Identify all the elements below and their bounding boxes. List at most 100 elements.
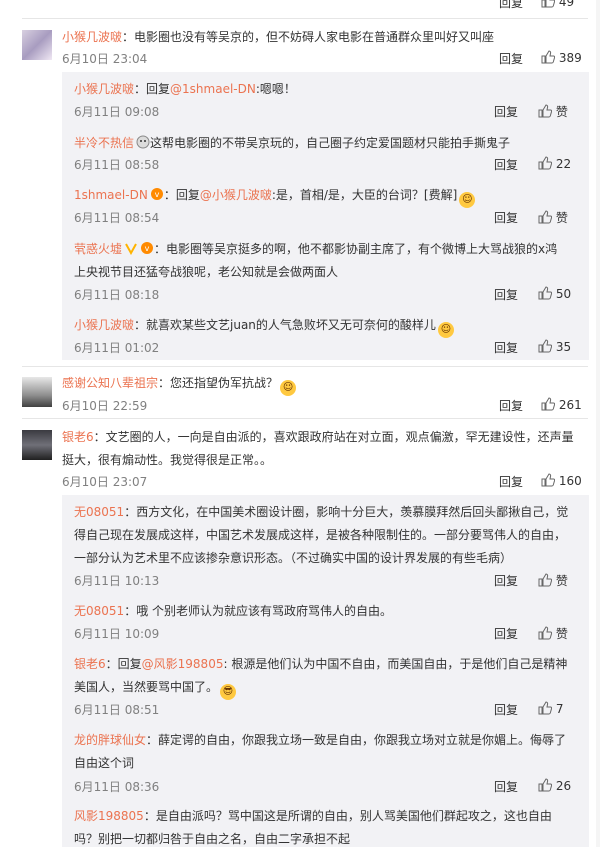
vip-badge-icon: v [150,187,164,201]
reply-link[interactable]: 回复 [499,0,523,11]
like-button[interactable]: 赞 [538,103,568,120]
sub-comment-body-line2: 吗？别把一切都归咎于自由之名，自由二字承担不起 [74,832,351,846]
comment-body: 小猴几波啵：电影圈也没有等吴京的，但不妨碍人家电影在普通群众里叫好又叫座 [62,28,494,45]
sub-comment-body: 龙的胖球仙女：薛定谔的自由，你跟我立场一致是自由，你跟我立场对立就是你媚上。侮辱… [74,731,566,748]
thumbs-up-icon [538,104,552,118]
comment-author[interactable]: 小猴几波啵 [74,82,134,96]
thumbs-up-icon [538,286,552,300]
comment-author[interactable]: 龙的胖球仙女 [74,733,146,747]
sub-comment-body: 风影198805：是自由派吗？骂中国这是所谓的自由，别人骂美国他们群起攻之，这也… [74,807,552,824]
comment-time: 6月11日 08:18 [74,288,160,302]
divider [22,18,588,19]
thumbs-up-icon [541,397,555,411]
thumbs-up-icon [538,156,552,170]
comment-time: 6月11日 08:51 [74,703,160,717]
thumbs-up-icon [538,778,552,792]
avatar[interactable] [22,30,52,60]
avatar[interactable] [22,430,52,460]
like-button[interactable]: 赞 [538,625,568,642]
comment-author[interactable]: 银老6 [62,430,94,444]
thumbs-up-icon [541,473,555,487]
reply-link[interactable]: 回复 [494,625,518,642]
comment-time: 6月10日 23:04 [62,52,148,66]
like-button[interactable]: 7 [538,701,563,716]
comment-time: 6月11日 10:13 [74,574,160,588]
comment-author[interactable]: 风影198805 [74,809,144,823]
sub-comment-body: 1shmael-DN v ：回复@小猴几波啵:是，首相/是，大臣的台词？[费解] ☺ [74,186,477,208]
reply-link[interactable]: 回复 [494,572,518,589]
svg-text:v: v [154,190,159,199]
reply-link[interactable]: 回复 [494,286,518,303]
comment-body-line2: 挺大，很有煽动性。我觉得很是正常。。 [62,453,273,467]
comment-time: 6月11日 01:02 [74,341,160,355]
thumbs-up-icon [538,626,552,640]
reply-link[interactable]: 回复 [494,103,518,120]
like-button[interactable]: 赞 [538,572,568,589]
mention-link[interactable]: @小猴几波啵 [200,188,272,202]
thumbs-up-icon [541,50,555,64]
like-button[interactable]: 160 [541,473,582,488]
sub-comment-body: 小猴几波啵：回复@1shmael-DN:嗯嗯！ [74,82,296,96]
comment-time: 6月10日 23:07 [62,475,148,489]
like-button[interactable]: 26 [538,778,571,793]
sub-comment-body-line2: 上央视节目还猛夸战狼呢，老公知就是会做两面人 [74,265,339,279]
sub-comment-body: 银老6：回复@风影198805: 根源是他们认为中国不自由，而美国自由，于是他们… [74,657,568,671]
comment-text: ：文艺圈的人，一向是自由派的，喜欢跟政府站在对立面，观点偏激，罕无建设性，还声量 [93,430,574,444]
user-avatar-icon [136,135,150,149]
comment-author[interactable]: 小猴几波啵 [74,318,134,332]
comment-text: ：哦 个别老师认为就应该有骂政府骂伟人的自由。 [124,604,393,618]
comment-author[interactable]: 感谢公知八辈祖宗 [62,376,158,390]
sub-comment-body-line2: 得自己现在发展成这样，中国艺术发展成这样，是被各种限制住的。一部分要骂伟人的自由… [74,528,567,542]
comment-text: ：是自由派吗？骂中国这是所谓的自由，别人骂美国他们群起攻之，这也自由 [143,809,552,823]
reply-link[interactable]: 回复 [499,50,523,67]
reply-link[interactable]: 回复 [494,778,518,795]
comment-text: ：薛定谔的自由，你跟我立场一致是自由，你跟我立场对立就是你媚上。侮辱了 [146,733,567,747]
comment-text: ：您还指望伪军抗战？ [158,376,279,390]
like-button[interactable]: 赞 [538,209,568,226]
like-button[interactable]: 389 [541,50,582,65]
comment-time: 6月11日 08:54 [74,211,160,225]
pray-emoji-icon: ☺ [280,380,297,396]
reply-link[interactable]: 回复 [499,397,523,414]
thumbs-up-icon [538,701,552,715]
mention-link[interactable]: @1shmael-DN [170,82,256,96]
reply-link[interactable]: 回复 [494,339,518,356]
comment-author[interactable]: 银老6 [74,657,106,671]
like-button[interactable]: 50 [538,286,571,301]
reply-link[interactable]: 回复 [494,701,518,718]
sub-comment-list: 无08051：西方文化，在中国美术圈设计圈，影响十分巨大，羡慕膜拜然后回头鄙揪自… [62,495,589,847]
scrollbar[interactable] [596,0,600,847]
comment-text: ：电影圈等吴京挺多的啊，他不都影协副主席了，有个微博上大骂战狼的x鸿 [154,242,558,256]
sub-comment-body: 无08051：哦 个别老师认为就应该有骂政府骂伟人的自由。 [74,602,392,619]
mention-link[interactable]: @风影198805 [142,657,224,671]
comment-text: ：就喜欢某些文艺juan的人气急败坏又无可奈何的酸样儿 [134,318,436,332]
comment-author[interactable]: 半冷不热信 [74,136,134,150]
comment-author[interactable]: 无08051 [74,505,124,519]
sub-comment-body: 半冷不热信 这帮电影圈的不带吴京玩的，自己圈子约定爱国题材只能拍手撕鬼子 [74,134,510,151]
reply-link[interactable]: 回复 [494,156,518,173]
sub-comment-list: 小猴几波啵：回复@1shmael-DN:嗯嗯！ 6月11日 09:08 回复 赞… [62,72,589,360]
like-button[interactable]: 49 [541,0,574,9]
reply-link[interactable]: 回复 [494,209,518,226]
comment-body: 银老6：文艺圈的人，一向是自由派的，喜欢跟政府站在对立面，观点偏激，罕无建设性，… [62,428,574,445]
thumbs-up-icon [538,573,552,587]
cool-sunglasses-emoji-icon: 😎 [220,684,237,700]
sub-comment-body: 无08051：西方文化，在中国美术圈设计圈，影响十分巨大，羡慕膜拜然后回头鄙揪自… [74,503,568,520]
like-button[interactable]: 35 [538,339,571,354]
smirk-emoji-icon: ☺ [437,322,454,338]
comment-time: 6月11日 10:09 [74,627,160,641]
sub-comment-body-line2: 美国人，当然要骂中国了。 😎 [74,678,238,700]
comment-author[interactable]: 无08051 [74,604,124,618]
comment-author[interactable]: 1shmael-DN [74,188,148,202]
like-button[interactable]: 22 [538,156,571,171]
comment-body: 感谢公知八辈祖宗：您还指望伪军抗战？ ☺ [62,374,298,396]
divider [22,418,588,419]
svg-text:v: v [145,244,150,253]
vip-badge-icon: v [140,241,154,255]
comment-author[interactable]: 茕惑火墟 [74,242,122,256]
like-button[interactable]: 261 [541,397,582,412]
avatar[interactable] [22,377,52,407]
sub-comment-body-line3: 一部分认为艺术里不应该掺杂意识形态。（不过确实中国的设计界发展的有些毛病） [74,551,513,565]
reply-link[interactable]: 回复 [499,473,523,490]
comment-author[interactable]: 小猴几波啵 [62,30,122,44]
